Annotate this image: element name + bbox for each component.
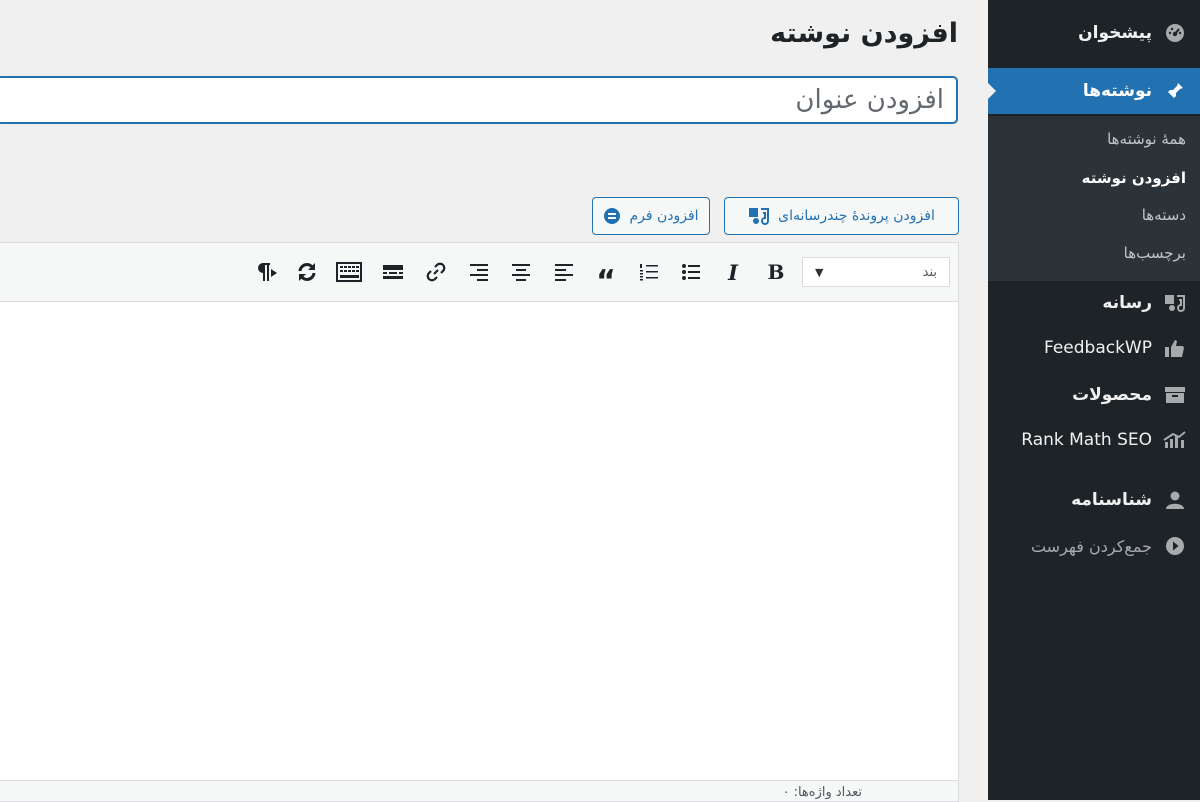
content-editor[interactable]: ▼ بند B I “ [0, 242, 959, 802]
align-center-icon [512, 264, 530, 281]
submenu-item-tags[interactable]: برچسب‌ها [1124, 244, 1186, 262]
link-button[interactable] [421, 259, 451, 285]
rank-math-icon [1162, 427, 1188, 453]
align-left-button[interactable] [549, 259, 579, 285]
link-icon [426, 262, 446, 282]
menu-label: Rank Math SEO [1021, 430, 1152, 450]
read-more-button[interactable] [378, 259, 408, 285]
menu-item-dashboard[interactable]: پیشخوان [988, 10, 1200, 56]
post-title-input[interactable]: افزودن عنوان [0, 76, 958, 124]
menu-label: نوشته‌ها [1082, 81, 1152, 101]
add-media-button[interactable]: افزودن پروندهٔ چندرسانه‌ای [724, 197, 959, 235]
menu-item-feedbackwp[interactable]: FeedbackWP [988, 325, 1200, 371]
page-title: افزودن نوشته [770, 18, 958, 49]
paragraph-rtl-icon [258, 263, 277, 281]
submenu-item-add-post[interactable]: افزودن نوشته [1082, 169, 1186, 187]
media-icon [748, 206, 770, 226]
align-right-icon [470, 264, 488, 281]
editor-toolbar: ▼ بند B I “ [0, 243, 958, 302]
keyboard-icon [336, 262, 362, 282]
align-right-button[interactable] [464, 259, 494, 285]
collapse-menu-button[interactable]: جمع‌کردن فهرست [988, 523, 1200, 569]
menu-label: FeedbackWP [1043, 338, 1152, 358]
submenu-item-all-posts[interactable]: همهٔ نوشته‌ها [1107, 130, 1186, 148]
align-left-icon [555, 264, 573, 281]
italic-button[interactable]: I [718, 259, 748, 285]
admin-sidebar: پیشخوان نوشته‌ها همهٔ نوشته‌ها افزودن نو… [987, 0, 1200, 800]
format-select[interactable]: ▼ بند [802, 257, 950, 287]
editor-status-bar: تعداد واژه‌ها: ۰ [0, 780, 958, 801]
menu-item-products[interactable]: محصولات [988, 372, 1200, 418]
menu-item-rank-math[interactable]: Rank Math SEO [988, 417, 1200, 463]
bulleted-list-button[interactable] [676, 259, 706, 285]
caret-down-icon: ▼ [815, 265, 824, 279]
posts-submenu: همهٔ نوشته‌ها افزودن نوشته دسته‌ها برچسب… [988, 116, 1200, 281]
numbered-list-button[interactable] [634, 259, 664, 285]
add-media-label: افزودن پروندهٔ چندرسانه‌ای [778, 208, 935, 224]
active-indicator [987, 82, 996, 100]
add-form-button[interactable]: افزودن فرم [592, 197, 710, 235]
menu-item-posts[interactable]: نوشته‌ها [987, 68, 1200, 114]
menu-label: محصولات [1072, 385, 1152, 405]
dashboard-icon [1162, 20, 1188, 46]
bold-button[interactable]: B [761, 259, 791, 285]
thumbs-up-icon [1162, 335, 1188, 361]
refresh-button[interactable] [292, 259, 322, 285]
menu-item-profile[interactable]: شناسنامه [988, 477, 1200, 523]
blockquote-button[interactable]: “ [591, 259, 621, 297]
menu-item-media[interactable]: رسانه [988, 280, 1200, 326]
bulleted-list-icon [682, 264, 700, 280]
collapse-menu-icon [1162, 533, 1188, 559]
form-icon [603, 207, 621, 225]
menu-label: رسانه [1102, 293, 1152, 313]
title-placeholder: افزودن عنوان [795, 85, 944, 115]
archive-box-icon [1162, 382, 1188, 408]
word-count: تعداد واژه‌ها: ۰ [782, 785, 862, 800]
submenu-item-categories[interactable]: دسته‌ها [1142, 206, 1186, 224]
refresh-icon [298, 263, 316, 281]
media-icon [1162, 290, 1188, 316]
numbered-list-icon [640, 264, 658, 281]
add-form-label: افزودن فرم [629, 208, 699, 224]
menu-label: پیشخوان [1078, 23, 1152, 43]
menu-label: جمع‌کردن فهرست [1030, 536, 1152, 556]
rtl-button[interactable] [250, 259, 280, 285]
menu-label: شناسنامه [1071, 490, 1152, 510]
format-select-value: بند [922, 264, 937, 280]
read-more-icon [383, 265, 403, 279]
pushpin-icon [1162, 78, 1188, 104]
align-center-button[interactable] [506, 259, 536, 285]
toolbar-toggle-button[interactable] [334, 259, 364, 285]
user-icon [1162, 487, 1188, 513]
